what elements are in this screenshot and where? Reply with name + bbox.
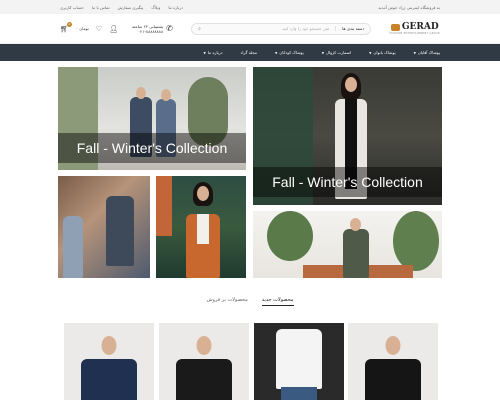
tab-new-products[interactable]: محصولات جدید: [261, 297, 294, 306]
banner-couple[interactable]: Fall - Winter's Collection: [58, 67, 246, 170]
user-icon[interactable]: 👤︎: [109, 25, 118, 33]
top-link-track-order[interactable]: پیگیری سفارش: [118, 5, 144, 10]
nav-item-women[interactable]: پوشاک بانوان ▼: [369, 50, 395, 55]
banner-shop-window[interactable]: [58, 176, 150, 278]
top-links: درباره ما وبلاگ پیگیری سفارش تماس با ما …: [60, 5, 183, 10]
model-man-image: [343, 229, 369, 278]
tab-best-sellers[interactable]: محصولات پر فروش: [206, 297, 247, 306]
search-bar: دسته بندی ها متن جستجو خود را وارد کنید …: [191, 22, 372, 35]
cart-count-badge: 0: [66, 21, 72, 27]
plant-image: [267, 211, 313, 261]
product-card[interactable]: [64, 323, 154, 400]
product-image: [365, 359, 421, 400]
banner-man-suit[interactable]: [253, 211, 442, 278]
logo[interactable]: GERAD FASHION ENTERTAINMENT GROUP: [389, 22, 440, 35]
product-image: [81, 359, 137, 400]
top-link-contact[interactable]: تماس با ما: [92, 5, 110, 10]
product-card[interactable]: [159, 323, 249, 400]
banner-orange-coat[interactable]: [156, 176, 246, 278]
nav-item-kids[interactable]: پوشاک کودکان ▼: [275, 50, 304, 55]
announcement: به فروشگاه اینترنتی ژراد خوش آمدید: [378, 4, 440, 10]
mannequin-image: [106, 196, 134, 266]
logo-text: GERAD: [401, 22, 439, 32]
heart-icon[interactable]: ♡: [96, 25, 102, 33]
phone-icon: ✆: [166, 24, 173, 33]
nav-item-men[interactable]: پوشاک آقایان ▼: [414, 50, 440, 55]
phone-number: ۰۲۱-۸۸۸۸۸۸۸۸: [138, 28, 164, 34]
top-bar: به فروشگاه اینترنتی ژراد خوش آمدید دربار…: [0, 0, 500, 14]
product-card[interactable]: [348, 323, 438, 400]
nav-item-about[interactable]: درباره ما ▼: [204, 50, 223, 55]
logo-mark-icon: [390, 23, 400, 31]
header: GERAD FASHION ENTERTAINMENT GROUP دسته ب…: [0, 14, 500, 44]
product-image: [276, 329, 322, 389]
chevron-down-icon: ▼: [275, 50, 278, 55]
search-category-select[interactable]: دسته بندی ها: [335, 26, 370, 31]
main-nav: پوشاک آقایان ▼ پوشاک بانوان ▼ اسمارت کژوال…: [0, 44, 500, 61]
phone-contact[interactable]: ✆ پشتیبانی ۲۴ ساعته ۰۲۱-۸۸۸۸۸۸۸۸: [132, 24, 173, 34]
search-input[interactable]: متن جستجو خود را وارد کنید: [207, 26, 335, 31]
product-card[interactable]: [254, 323, 344, 400]
cart-price: ۰ تومان: [75, 26, 89, 31]
banner-woman-coat[interactable]: Fall - Winter's Collection: [253, 67, 442, 205]
chevron-down-icon: ▼: [321, 50, 325, 55]
chevron-down-icon: ▼: [203, 50, 206, 55]
phone-label: پشتیبانی ۲۴ ساعته: [131, 23, 164, 29]
product-image: [176, 359, 232, 400]
header-icons: 🛒︎ 0 ۰ تومان ♡ 👤︎: [60, 21, 118, 33]
banner-caption: Fall - Winter's Collection: [58, 133, 246, 163]
product-tabs: محصولات جدید محصولات پر فروش: [0, 297, 500, 306]
shopper-image: [63, 216, 83, 278]
search-icon[interactable]: ⌕: [192, 26, 207, 32]
nav-item-magazine[interactable]: مجله گراد: [241, 50, 257, 55]
top-link-about[interactable]: درباره ما: [168, 5, 183, 10]
plant-image: [393, 211, 439, 271]
chevron-down-icon: ▼: [369, 50, 372, 55]
top-link-account[interactable]: حساب کاربری: [60, 5, 84, 10]
chevron-down-icon: ▼: [413, 50, 416, 55]
cart-button[interactable]: 🛒︎ 0: [60, 21, 72, 33]
header-actions: 🛒︎ 0 ۰ تومان ♡ 👤︎ ✆ پشتیبانی ۲۴ ساعته ۰۲…: [60, 21, 173, 34]
logo-tagline: FASHION ENTERTAINMENT GROUP: [389, 32, 440, 35]
top-link-blog[interactable]: وبلاگ: [151, 5, 160, 10]
nav-item-smart-casual[interactable]: اسمارت کژوال ▼: [322, 50, 351, 55]
banner-caption: Fall - Winter's Collection: [253, 167, 442, 197]
